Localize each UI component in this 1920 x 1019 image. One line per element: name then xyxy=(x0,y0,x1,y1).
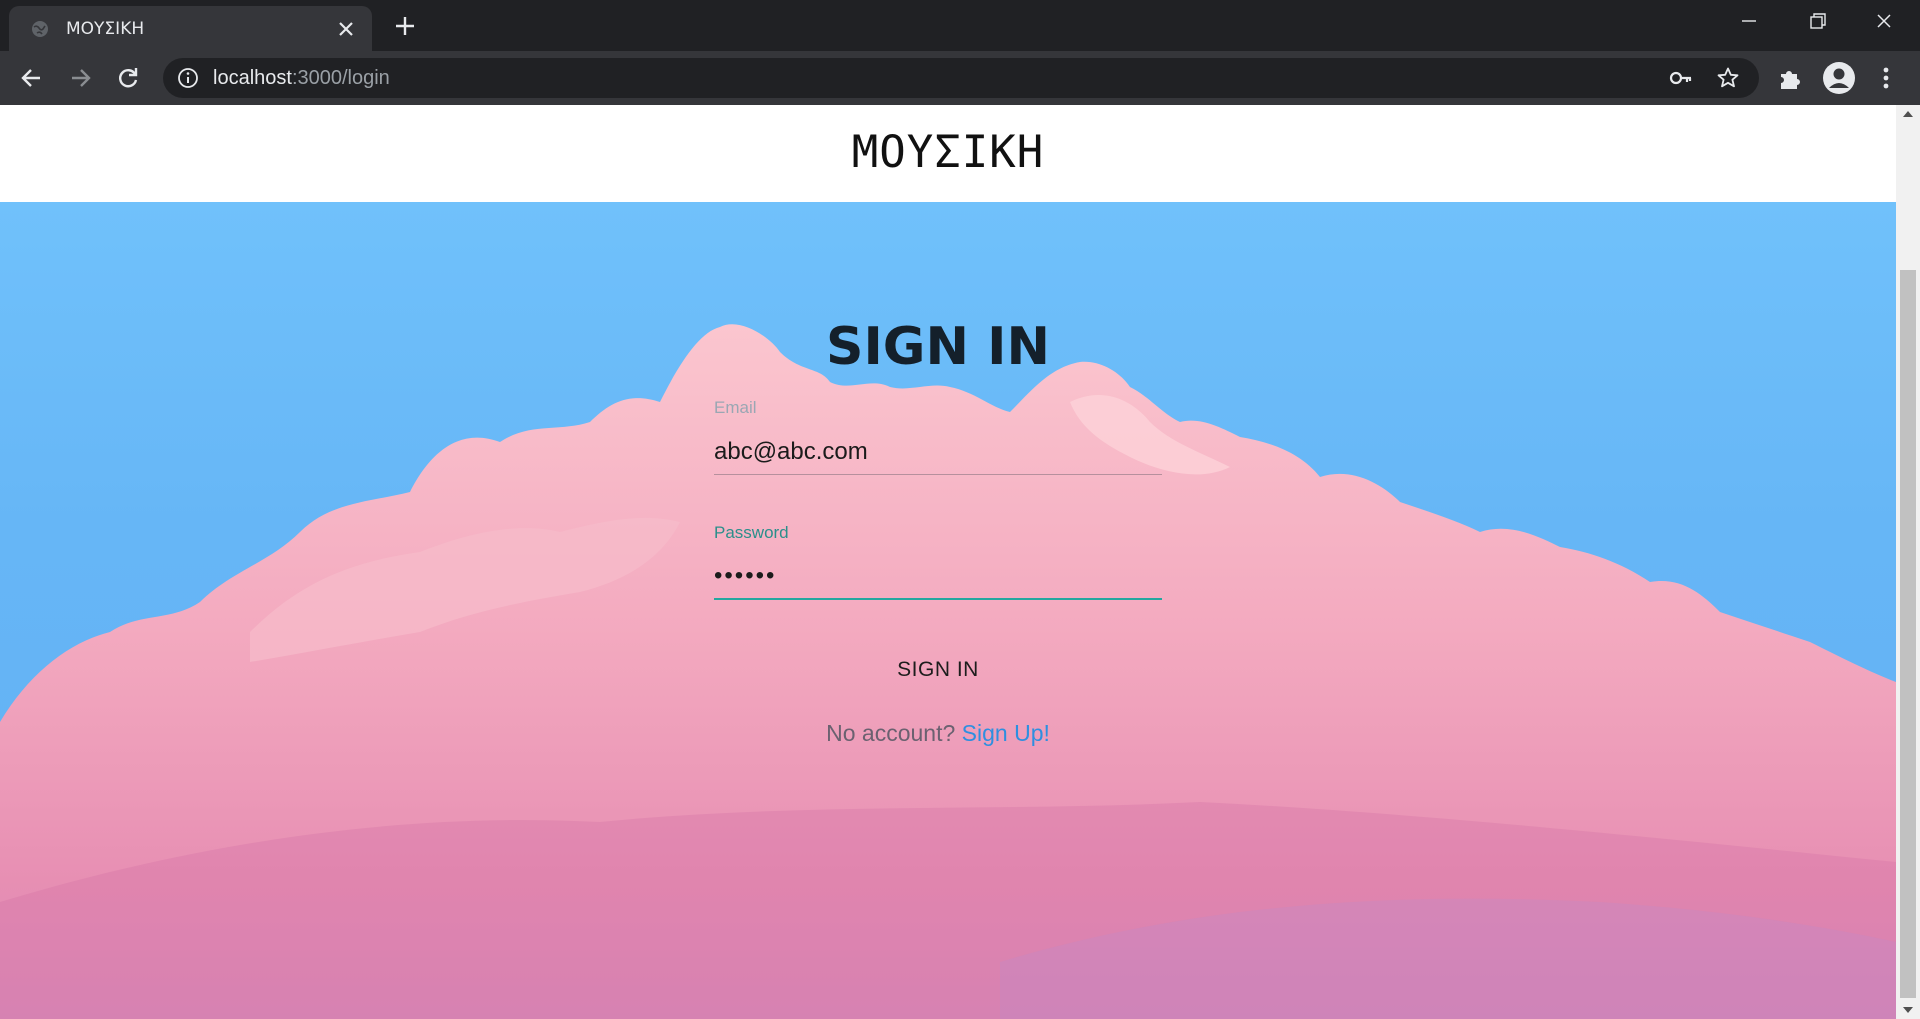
sign-in-button[interactable]: SIGN IN xyxy=(868,650,1008,690)
site-brand[interactable]: ΜΟΥΣΙΚΗ xyxy=(0,127,1896,178)
scrollbar-thumb[interactable] xyxy=(1900,270,1916,998)
page-title: SIGN IN xyxy=(826,317,1050,377)
globe-icon xyxy=(32,21,48,37)
scroll-up-arrow-icon[interactable] xyxy=(1903,111,1913,117)
email-field[interactable] xyxy=(714,430,1162,475)
back-arrow-icon[interactable] xyxy=(18,64,46,92)
hero-background: SIGN IN Email Password SIGN IN No accoun… xyxy=(0,202,1896,1019)
tab-title: ΜΟΥΣΙΚΗ xyxy=(66,19,145,39)
sign-up-link[interactable]: Sign Up! xyxy=(962,720,1050,746)
info-icon[interactable] xyxy=(177,67,199,89)
scroll-down-arrow-icon[interactable] xyxy=(1903,1007,1913,1013)
browser-toolbar: localhost:3000/login xyxy=(0,51,1920,105)
window-close-icon[interactable] xyxy=(1850,0,1918,44)
url-path: :3000/login xyxy=(291,67,390,89)
address-bar[interactable]: localhost:3000/login xyxy=(163,58,1759,98)
minimize-icon[interactable] xyxy=(1714,0,1782,44)
page-viewport: ΜΟΥΣΙΚΗ SIGN IN Email Password xyxy=(0,105,1896,1019)
reload-icon[interactable] xyxy=(114,64,142,92)
profile-avatar-icon[interactable] xyxy=(1822,61,1856,95)
email-label: Email xyxy=(714,398,757,417)
password-label: Password xyxy=(714,523,789,542)
extensions-icon[interactable] xyxy=(1776,64,1804,92)
url-host: localhost xyxy=(213,67,292,89)
password-field[interactable] xyxy=(714,554,1162,600)
no-account-text: No account? xyxy=(826,720,956,746)
signup-prompt: No account? Sign Up! xyxy=(714,720,1162,747)
new-tab-icon[interactable] xyxy=(392,13,418,39)
more-menu-icon[interactable] xyxy=(1874,64,1898,92)
site-header: ΜΟΥΣΙΚΗ xyxy=(0,105,1896,202)
url-text: localhost:3000/login xyxy=(213,67,390,90)
restore-icon[interactable] xyxy=(1782,0,1850,44)
star-icon[interactable] xyxy=(1716,66,1740,90)
forward-arrow-icon[interactable] xyxy=(66,64,94,92)
close-icon[interactable] xyxy=(336,19,356,39)
browser-tab[interactable]: ΜΟΥΣΙΚΗ xyxy=(9,6,372,51)
page-scrollbar[interactable] xyxy=(1896,105,1920,1019)
browser-tabstrip: ΜΟΥΣΙΚΗ xyxy=(0,0,1920,51)
key-icon[interactable] xyxy=(1669,67,1693,89)
